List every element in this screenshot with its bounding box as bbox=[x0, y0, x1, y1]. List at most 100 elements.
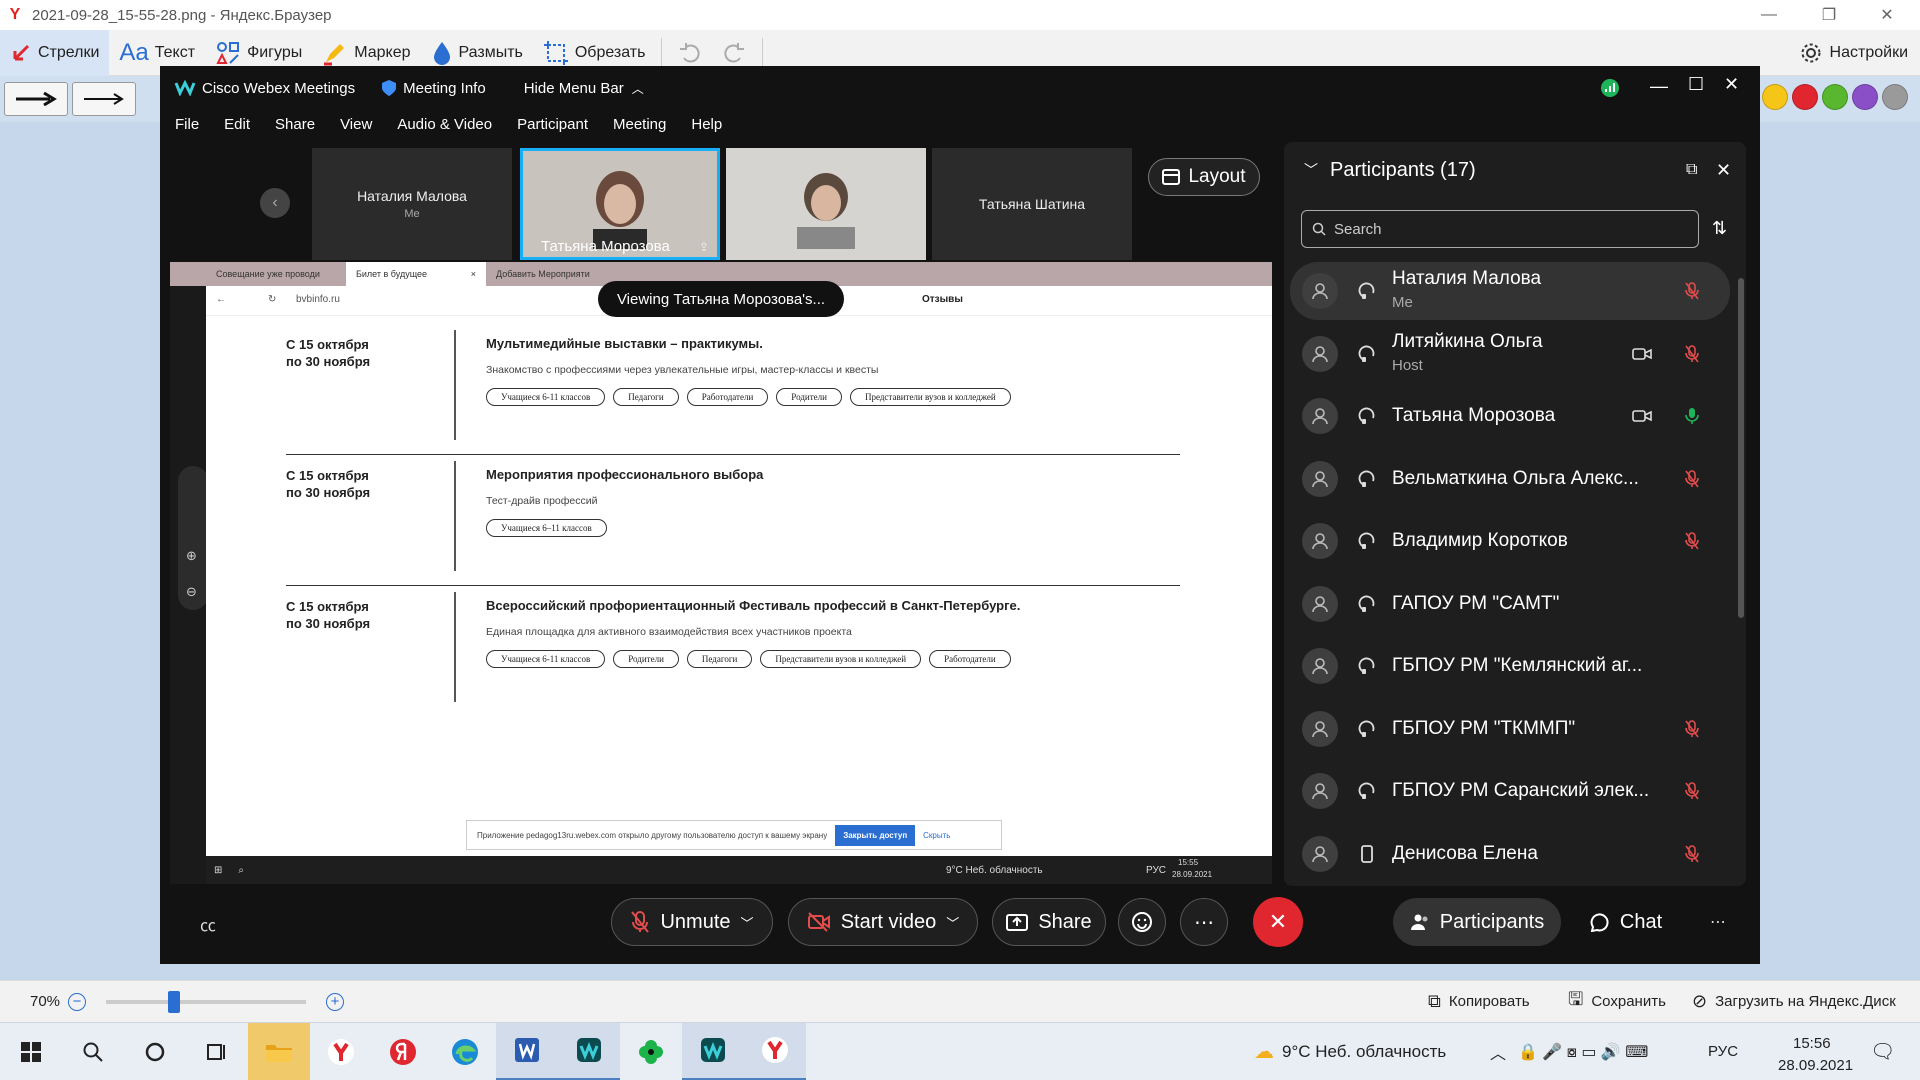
close-icon[interactable]: × bbox=[471, 269, 476, 279]
menu-item-edit[interactable]: Edit bbox=[209, 116, 260, 133]
minimize-icon[interactable]: — bbox=[1740, 0, 1798, 30]
chevron-down-icon[interactable]: ﹀ bbox=[1304, 160, 1318, 180]
upload-disk-button[interactable]: ⊘ Загрузить на Яндекс.Диск bbox=[1692, 991, 1896, 1012]
menu-item-participant[interactable]: Participant bbox=[502, 116, 598, 133]
mic-muted-icon[interactable] bbox=[1684, 844, 1700, 864]
cortana-button[interactable] bbox=[124, 1023, 186, 1080]
mic-muted-icon[interactable] bbox=[1684, 469, 1700, 489]
chat-button[interactable]: Chat bbox=[1576, 898, 1676, 946]
arrow-style-thin[interactable] bbox=[72, 82, 136, 116]
chevron-left-icon[interactable]: ‹ bbox=[260, 188, 290, 218]
participant-row[interactable]: ГАПОУ РМ "САМТ" bbox=[1290, 575, 1730, 633]
mic-muted-icon[interactable] bbox=[1684, 719, 1700, 739]
zoom-out-icon[interactable]: − bbox=[68, 992, 87, 1011]
participant-row[interactable]: Денисова Елена bbox=[1290, 825, 1730, 883]
taskbar-yandex-browser[interactable] bbox=[310, 1023, 372, 1080]
task-view-button[interactable] bbox=[186, 1023, 248, 1080]
taskbar-word[interactable] bbox=[496, 1022, 558, 1080]
chevron-down-icon[interactable]: ﹀ bbox=[741, 913, 754, 932]
browser-tab-active[interactable]: Билет в будущее × bbox=[346, 262, 486, 286]
participant-row[interactable]: Вельматкина Ольга Алекс... bbox=[1290, 450, 1730, 508]
hide-menu-bar-button[interactable]: Hide Menu Bar bbox=[524, 80, 624, 97]
share-button[interactable]: Share bbox=[992, 898, 1106, 946]
mic-muted-icon[interactable] bbox=[1684, 781, 1700, 801]
close-icon[interactable]: ✕ bbox=[1716, 160, 1731, 181]
clock-time[interactable]: 15:56 bbox=[1793, 1035, 1831, 1052]
taskbar-clover[interactable] bbox=[620, 1023, 682, 1080]
settings-button[interactable]: Настройки bbox=[1800, 30, 1908, 76]
unmute-button[interactable]: Unmute ﹀ bbox=[611, 898, 773, 946]
maximize-icon[interactable]: ☐ bbox=[1688, 74, 1704, 95]
back-icon[interactable]: ← bbox=[216, 294, 226, 305]
menu-item-view[interactable]: View bbox=[325, 116, 382, 133]
audience-tag[interactable]: Работодатели bbox=[686, 388, 769, 406]
save-button[interactable]: 🖫 Сохранить bbox=[1568, 987, 1666, 1017]
event-title[interactable]: Всероссийский профориентационный Фестива… bbox=[486, 598, 1020, 613]
chevron-up-icon[interactable]: ︿ bbox=[1490, 1040, 1506, 1064]
feedback-button[interactable]: Отзывы bbox=[922, 294, 963, 305]
taskbar-yandex[interactable] bbox=[372, 1023, 434, 1080]
zoom-slider[interactable] bbox=[106, 990, 307, 1013]
tray-icons[interactable]: 🔒 🎤 ⧇ ▭ 🔊 ⌨ bbox=[1518, 1042, 1648, 1062]
more-icon[interactable]: ⋯ bbox=[1710, 912, 1726, 932]
more-options-button[interactable]: ⋯ bbox=[1180, 898, 1228, 946]
mic-muted-icon[interactable] bbox=[1684, 281, 1700, 301]
audience-tag[interactable]: Представители вузов и колледжей bbox=[849, 388, 1011, 406]
mic-muted-icon[interactable] bbox=[1684, 531, 1700, 551]
menu-item-share[interactable]: Share bbox=[260, 116, 325, 133]
stop-sharing-button[interactable]: Закрыть доступ bbox=[835, 824, 916, 846]
audience-tag[interactable]: Учащиеся 6-11 классов bbox=[486, 650, 606, 668]
participant-row[interactable]: ГБПОУ РМ Саранский элек... bbox=[1290, 762, 1730, 820]
participant-search[interactable]: Search bbox=[1301, 210, 1699, 248]
meeting-info-button[interactable]: Meeting Info bbox=[403, 80, 486, 97]
audience-tag[interactable]: Представители вузов и колледжей bbox=[760, 650, 922, 668]
taskbar-yandex-viewer[interactable] bbox=[744, 1022, 806, 1080]
video-thumb-shatina[interactable]: Татьяна Шатина bbox=[932, 148, 1132, 260]
input-language[interactable]: РУС bbox=[1708, 1043, 1738, 1060]
minimize-icon[interactable]: — bbox=[1650, 76, 1668, 97]
color-swatch[interactable] bbox=[1792, 84, 1818, 110]
layout-button[interactable]: Layout bbox=[1148, 158, 1260, 196]
participant-row[interactable]: Владимир Коротков bbox=[1290, 512, 1730, 570]
address-text[interactable]: bvbinfo.ru bbox=[296, 294, 340, 305]
start-video-button[interactable]: Start video ﹀ bbox=[788, 898, 978, 946]
captions-icon[interactable]: ㏄ bbox=[200, 912, 216, 936]
search-button[interactable] bbox=[62, 1023, 124, 1080]
reactions-button[interactable] bbox=[1118, 898, 1166, 946]
taskbar-webex-meetings[interactable] bbox=[682, 1022, 744, 1080]
connection-status-icon[interactable] bbox=[1600, 78, 1620, 98]
zoom-in-icon[interactable]: + bbox=[326, 992, 345, 1011]
event-title[interactable]: Мультимедийные выставки – практикумы. bbox=[486, 336, 763, 351]
audience-tag[interactable]: Родители bbox=[776, 388, 842, 406]
participant-row[interactable]: Татьяна Морозова bbox=[1290, 387, 1730, 445]
zoom-slider-handle[interactable] bbox=[168, 990, 181, 1013]
video-thumb-participant[interactable] bbox=[726, 148, 926, 260]
browser-tab[interactable]: Добавить Мероприяти bbox=[486, 262, 626, 286]
hide-notice-button[interactable]: Скрыть bbox=[923, 831, 950, 840]
audience-tag[interactable]: Работодатели bbox=[929, 650, 1011, 668]
pop-out-icon[interactable]: ⧉ bbox=[1686, 161, 1697, 179]
arrow-style-thick[interactable] bbox=[4, 82, 68, 116]
participant-row[interactable]: ГБПОУ РМ "ТКММП" bbox=[1290, 700, 1730, 758]
taskbar-file-explorer[interactable] bbox=[248, 1022, 310, 1080]
close-icon[interactable]: ✕ bbox=[1724, 74, 1739, 95]
zoom-out-icon[interactable]: ⊖ bbox=[186, 584, 197, 600]
zoom-in-icon[interactable]: ⊕ bbox=[186, 548, 197, 564]
menu-item-file[interactable]: File bbox=[160, 116, 209, 133]
end-meeting-button[interactable]: ✕ bbox=[1253, 897, 1303, 947]
color-swatch[interactable] bbox=[1822, 84, 1848, 110]
color-swatch[interactable] bbox=[1852, 84, 1878, 110]
audience-tag[interactable]: Родители bbox=[613, 650, 679, 668]
color-swatch[interactable] bbox=[1882, 84, 1908, 110]
menu-item-help[interactable]: Help bbox=[676, 116, 732, 133]
tool-arrows[interactable]: Стрелки bbox=[0, 29, 110, 76]
participant-scrollbar[interactable] bbox=[1738, 278, 1744, 618]
audience-tag[interactable]: Педагоги bbox=[686, 650, 753, 668]
browser-tab[interactable]: Совещание уже проводи bbox=[206, 262, 346, 286]
menu-item-meeting[interactable]: Meeting bbox=[598, 116, 676, 133]
participant-row[interactable]: Наталия Малова Me bbox=[1290, 262, 1730, 320]
reload-icon[interactable]: ↻ bbox=[268, 294, 276, 305]
close-icon[interactable]: ✕ bbox=[1858, 0, 1916, 30]
taskbar-webex[interactable] bbox=[558, 1022, 620, 1080]
video-thumb-natalia[interactable]: Наталия Малова Me bbox=[312, 148, 512, 260]
